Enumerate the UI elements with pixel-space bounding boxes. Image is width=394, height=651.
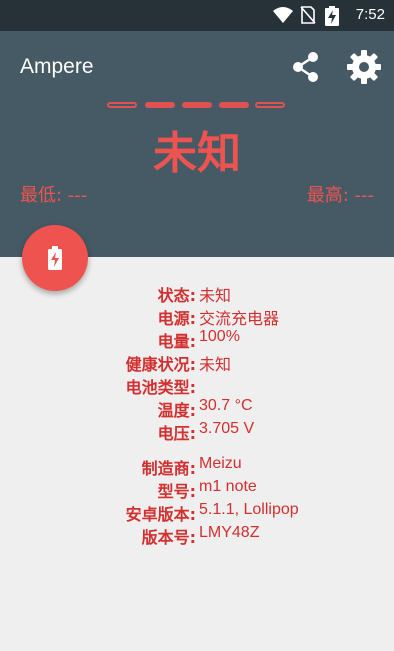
meter-dash — [219, 102, 249, 108]
no-sim-icon — [300, 6, 316, 24]
info-row-status: 状态: 未知 — [0, 282, 394, 305]
info-row-android-version: 安卓版本: 5.1.1, Lollipop — [0, 501, 394, 524]
app-title: Ampere — [20, 55, 94, 78]
current-level-meter — [107, 100, 287, 112]
info-value: 5.1.1, Lollipop — [199, 501, 299, 518]
info-value: 3.705 V — [199, 420, 255, 437]
info-label: 电源: — [157, 309, 196, 328]
info-row-power-source: 电源: 交流充电器 — [0, 305, 394, 328]
gear-icon — [347, 50, 381, 84]
meter-dash — [107, 102, 137, 108]
info-value: m1 note — [199, 478, 257, 495]
info-label: 安卓版本: — [125, 505, 196, 524]
meter-dash — [145, 102, 175, 108]
battery-charging-status-icon — [325, 6, 339, 26]
status-bar: 7:52 — [0, 0, 394, 31]
info-row-voltage: 电压: 3.705 V — [0, 420, 394, 443]
info-value: 未知 — [199, 357, 232, 374]
wifi-icon — [273, 7, 293, 23]
info-value: 未知 — [199, 288, 232, 305]
meter-dash — [182, 102, 212, 108]
share-button[interactable] — [286, 47, 326, 87]
share-icon — [293, 52, 318, 82]
info-value: LMY48Z — [199, 524, 260, 541]
info-label: 温度: — [157, 401, 196, 420]
battery-charging-icon — [48, 246, 62, 270]
info-label: 型号: — [157, 482, 196, 501]
info-value: 交流充电器 — [199, 311, 280, 328]
settings-button[interactable] — [344, 47, 384, 87]
info-row-battery-type: 电池类型: — [0, 374, 394, 397]
info-label: 电压: — [157, 424, 196, 443]
current-value: 未知 — [153, 128, 241, 179]
info-label: 状态: — [157, 286, 196, 305]
info-value: 100% — [199, 328, 240, 345]
info-row-temperature: 温度: 30.7 °C — [0, 397, 394, 420]
info-value: 30.7 °C — [199, 397, 253, 414]
status-time: 7:52 — [355, 6, 385, 23]
info-label: 电量: — [157, 332, 196, 351]
meter-dash — [255, 102, 285, 108]
info-row-level: 电量: 100% — [0, 328, 394, 351]
info-row-model: 型号: m1 note — [0, 478, 394, 501]
info-label: 版本号: — [141, 528, 196, 547]
max-value-label: 最高: --- — [306, 185, 374, 206]
info-row-health: 健康状况: 未知 — [0, 351, 394, 374]
min-value-label: 最低: --- — [20, 185, 88, 206]
info-label: 健康状况: — [125, 355, 196, 374]
info-label: 电池类型: — [125, 378, 196, 397]
info-row-manufacturer: 制造商: Meizu — [0, 455, 394, 478]
info-label: 制造商: — [141, 459, 196, 478]
info-row-build-number: 版本号: LMY48Z — [0, 524, 394, 547]
header: Ampere 未知 最低: --- 最高: --- — [0, 31, 394, 257]
info-value: Meizu — [199, 455, 242, 472]
